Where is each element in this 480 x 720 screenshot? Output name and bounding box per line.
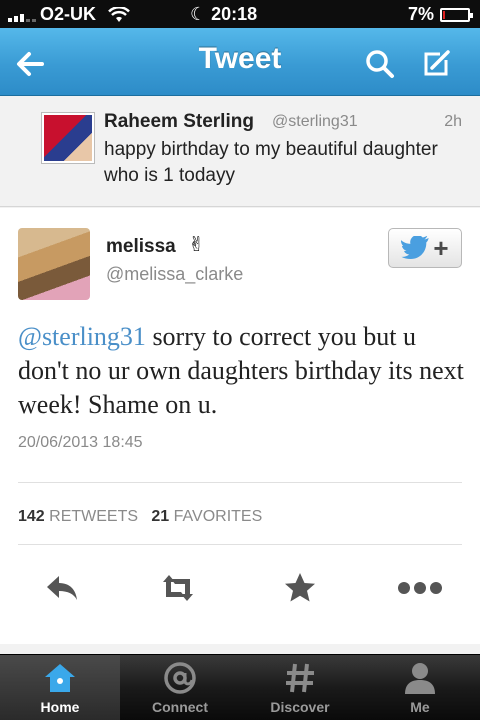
person-icon [405, 663, 435, 694]
carrier-name: O2-UK [40, 4, 97, 24]
avatar[interactable] [42, 113, 94, 163]
home-icon [45, 664, 75, 692]
tab-connect[interactable]: Connect [120, 655, 240, 720]
twitter-bird-icon [401, 236, 430, 260]
avatar[interactable] [18, 228, 90, 300]
more-options-icon[interactable] [396, 570, 444, 606]
tab-label: Discover [270, 699, 330, 715]
battery-group: 7% [407, 4, 473, 25]
page-title: Tweet [198, 42, 282, 75]
author-handle[interactable]: @melissa_clarke [106, 264, 243, 285]
battery-icon [440, 7, 473, 22]
quoted-author-name: Raheem Sterling [104, 111, 254, 132]
follow-plus: + [433, 233, 449, 263]
tab-home[interactable]: Home [0, 655, 120, 720]
battery-level [443, 10, 445, 19]
tweet-stats: 142 RETWEETS 21 FAVORITES [18, 508, 262, 526]
hash-icon [286, 663, 314, 693]
quoted-tweet[interactable]: Raheem Sterling @sterling31 2h happy bir… [0, 97, 480, 207]
tab-bar: Home Connect Discover Me [0, 654, 480, 720]
tweet-timestamp: 20/06/2013 18:45 [18, 434, 143, 451]
status-bar: O2-UK ☾ 20:18 7% [0, 0, 480, 28]
moon-icon: ☾ [190, 4, 207, 24]
nav-bar: Tweet [0, 28, 480, 96]
favorite-count[interactable]: 21 [151, 508, 169, 525]
star-icon[interactable] [282, 570, 318, 606]
follow-button[interactable]: + [388, 228, 462, 268]
retweet-count[interactable]: 142 [18, 508, 45, 525]
tab-label: Me [410, 699, 430, 715]
quoted-author-handle: @sterling31 [272, 113, 358, 130]
tab-label: Connect [152, 699, 208, 715]
carrier-group: O2-UK [8, 4, 130, 25]
divider [18, 544, 462, 545]
search-icon[interactable] [362, 46, 398, 82]
favorite-label[interactable]: FAVORITES [174, 508, 263, 525]
tweet-actions [0, 562, 480, 612]
at-icon [164, 662, 196, 694]
tweet-text: @sterling31 sorry to correct you but u d… [18, 320, 470, 422]
mention-link[interactable]: @sterling31 [18, 322, 146, 351]
divider [18, 482, 462, 483]
reply-icon[interactable] [44, 570, 80, 606]
tab-label: Home [40, 699, 80, 715]
quoted-tweet-age: 2h [444, 113, 462, 130]
battery-percent: 7% [407, 4, 434, 24]
peace-emoji: ✌ [188, 234, 205, 256]
signal-strength-icon [8, 8, 36, 22]
quoted-tweet-text: happy birthday to my beautiful daughter … [104, 139, 438, 186]
retweet-icon[interactable] [160, 570, 196, 606]
author-name[interactable]: melissa [106, 236, 176, 258]
tab-discover[interactable]: Discover [240, 655, 360, 720]
tweet-detail: melissa ✌ @melissa_clarke + @sterling31 … [0, 208, 480, 644]
retweet-label[interactable]: RETWEETS [49, 508, 138, 525]
compose-icon[interactable] [418, 46, 454, 82]
wifi-icon [108, 6, 130, 22]
status-time: ☾ 20:18 [190, 4, 258, 24]
tab-me[interactable]: Me [360, 655, 480, 720]
